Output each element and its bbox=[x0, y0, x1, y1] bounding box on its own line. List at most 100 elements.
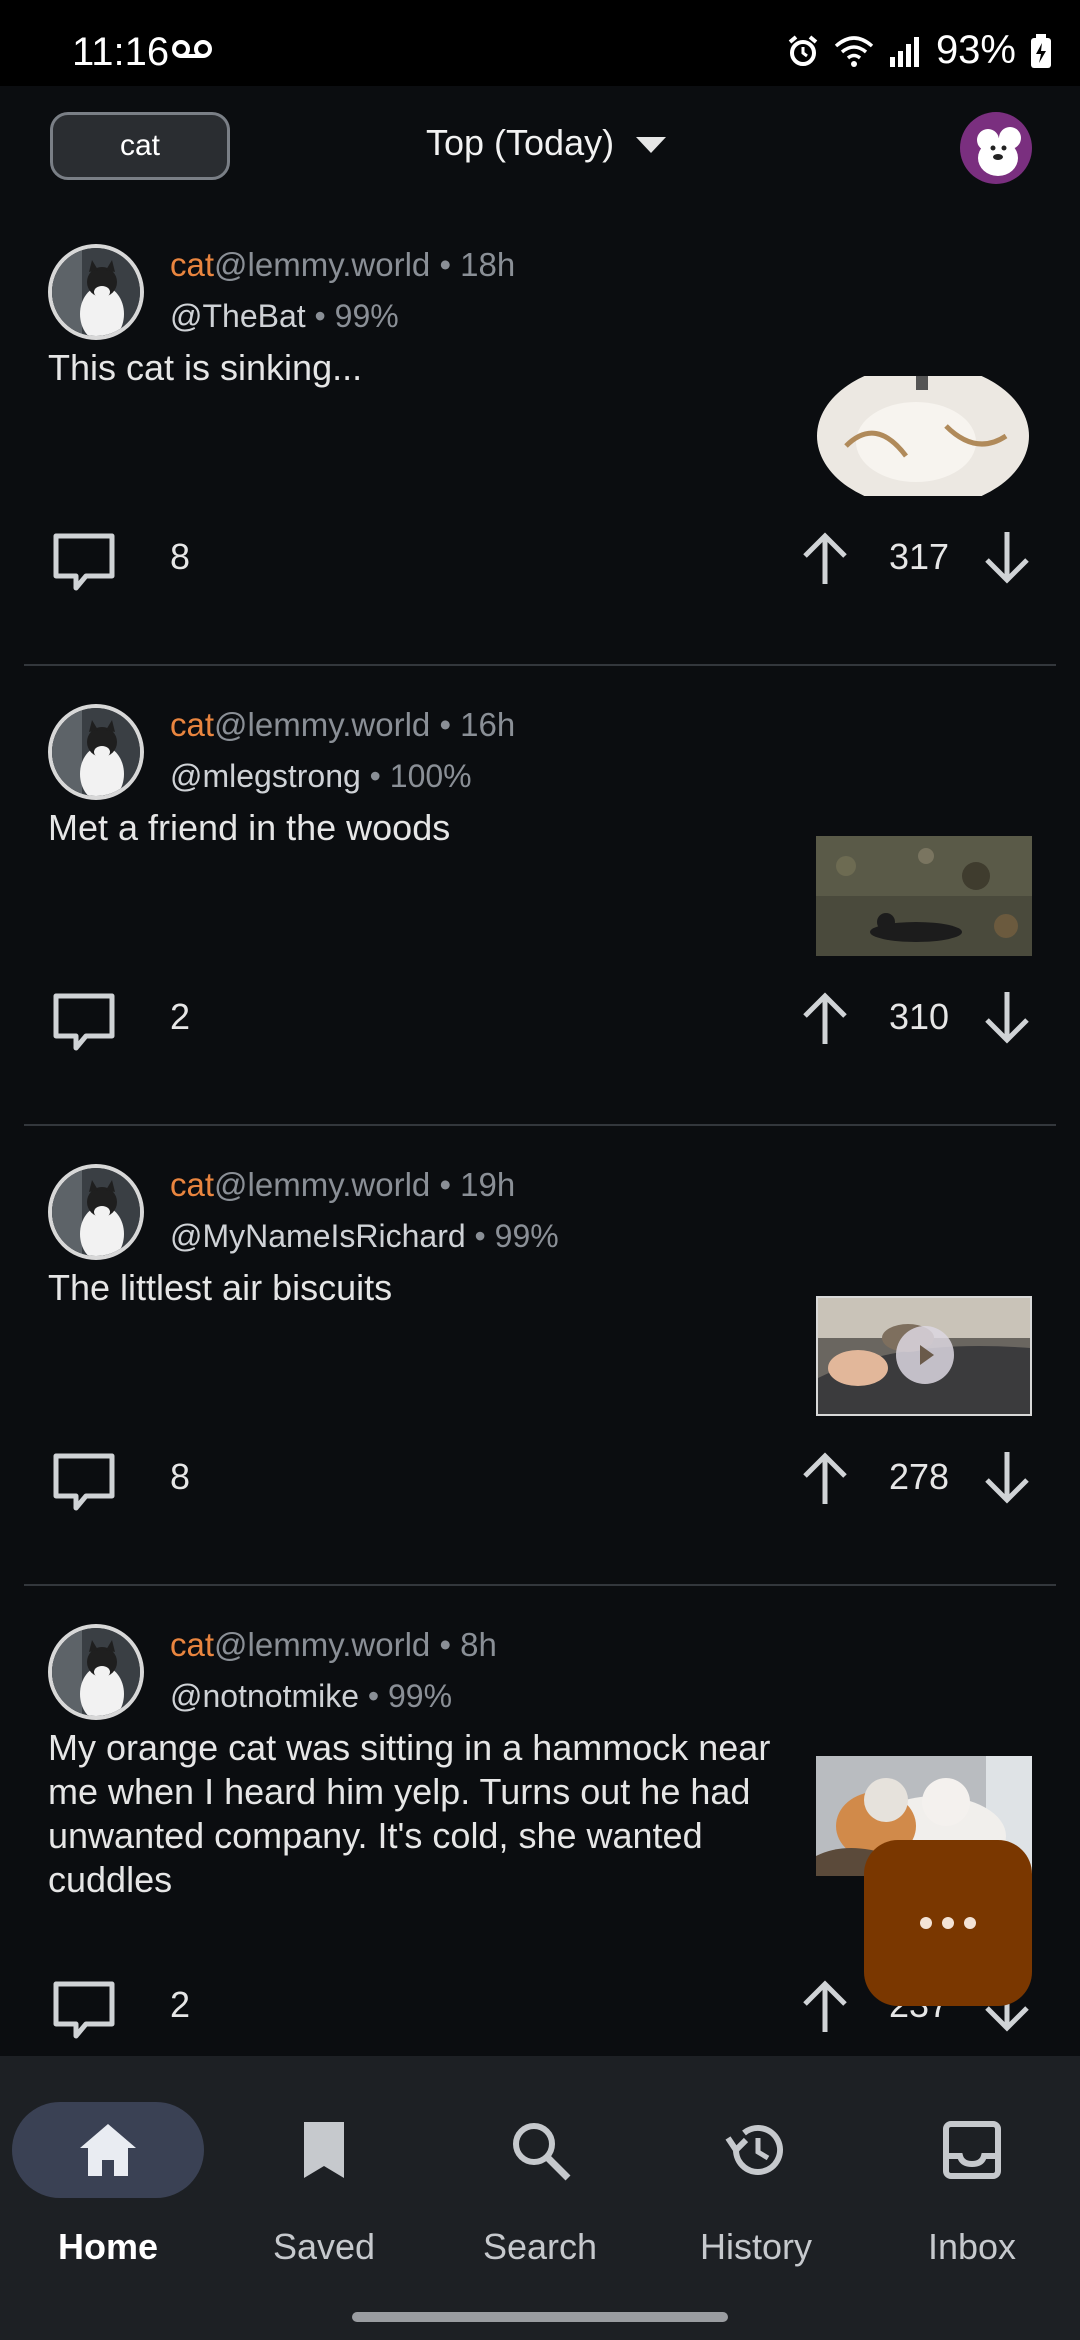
comment-icon[interactable] bbox=[52, 1452, 116, 1512]
post-score: 278 bbox=[888, 1456, 950, 1497]
cat-avatar-image bbox=[52, 1628, 140, 1716]
post-actions: 8 317 bbox=[0, 518, 1080, 598]
post-card[interactable]: cat@lemmy.world • 19h @MyNameIsRichard •… bbox=[0, 1136, 1080, 1596]
instance-name: @lemmy.world bbox=[214, 1626, 431, 1663]
battery-charging-icon bbox=[1031, 33, 1051, 68]
nav-search[interactable]: Search bbox=[432, 2086, 648, 2286]
cat-avatar-image bbox=[52, 708, 140, 796]
post-actions: 8 278 bbox=[0, 1438, 1080, 1518]
post-card[interactable]: cat@lemmy.world • 18h @TheBat • 99% This… bbox=[0, 216, 1080, 676]
community-avatar[interactable] bbox=[48, 244, 144, 340]
more-horizontal-icon bbox=[920, 1917, 976, 1929]
post-age: 8h bbox=[460, 1626, 497, 1663]
nav-home[interactable]: Home bbox=[0, 2086, 216, 2286]
author-name[interactable]: @MyNameIsRichard bbox=[170, 1218, 466, 1254]
downvote-arrow-icon[interactable] bbox=[982, 990, 1032, 1046]
comment-icon[interactable] bbox=[52, 1980, 116, 2040]
home-icon bbox=[80, 2124, 136, 2176]
lemmy-mascot-icon bbox=[977, 127, 1021, 176]
upvote-percent: 99% bbox=[494, 1218, 559, 1254]
inbox-icon bbox=[943, 2121, 1001, 2179]
upvote-percent: 99% bbox=[334, 298, 399, 334]
cat-avatar-image bbox=[52, 248, 140, 336]
upvote-arrow-icon[interactable] bbox=[800, 1450, 850, 1506]
post-divider bbox=[24, 1124, 1056, 1126]
nav-label: Home bbox=[57, 2226, 159, 2267]
more-actions-fab[interactable] bbox=[864, 1840, 1032, 2006]
upvote-arrow-icon[interactable] bbox=[800, 990, 850, 1046]
instance-name: @lemmy.world bbox=[214, 706, 431, 743]
community-avatar[interactable] bbox=[48, 704, 144, 800]
community-name[interactable]: cat bbox=[170, 1626, 214, 1663]
downvote-arrow-icon[interactable] bbox=[982, 1450, 1032, 1506]
post-title[interactable]: The littlest air biscuits bbox=[48, 1266, 768, 1310]
play-icon bbox=[920, 1345, 934, 1365]
community-avatar[interactable] bbox=[48, 1164, 144, 1260]
post-meta: cat@lemmy.world • 16h bbox=[170, 706, 516, 743]
post-divider bbox=[24, 664, 1056, 666]
play-button[interactable] bbox=[896, 1326, 954, 1384]
post-score: 310 bbox=[888, 996, 950, 1037]
account-avatar[interactable] bbox=[960, 112, 1032, 184]
nav-inbox[interactable]: Inbox bbox=[864, 2086, 1080, 2286]
home-indicator[interactable] bbox=[352, 2312, 728, 2322]
signal-icon bbox=[889, 36, 919, 67]
community-name[interactable]: cat bbox=[170, 706, 214, 743]
sort-dropdown[interactable]: Top (Today) bbox=[426, 122, 667, 164]
voicemail-icon bbox=[172, 40, 212, 58]
top-bar: cat Top (Today) bbox=[0, 86, 1080, 216]
nav-label: Saved bbox=[272, 2226, 376, 2267]
comment-count: 2 bbox=[170, 1984, 191, 2025]
post-author-line: @TheBat • 99% bbox=[170, 298, 399, 334]
post-age: 16h bbox=[460, 706, 516, 743]
post-title[interactable]: Met a friend in the woods bbox=[48, 806, 768, 850]
author-name[interactable]: @notnotmike bbox=[170, 1678, 359, 1714]
upvote-percent: 100% bbox=[389, 758, 472, 794]
post-age: 19h bbox=[460, 1166, 516, 1203]
post-author-line: @mlegstrong • 100% bbox=[170, 758, 472, 794]
chevron-down-icon bbox=[636, 137, 667, 153]
nav-history[interactable]: History bbox=[648, 2086, 864, 2286]
post-thumbnail[interactable] bbox=[816, 376, 1030, 496]
post-actions: 2 310 bbox=[0, 978, 1080, 1058]
cat-avatar-image bbox=[52, 1168, 140, 1256]
nav-saved[interactable]: Saved bbox=[216, 2086, 432, 2286]
post-card[interactable]: cat@lemmy.world • 16h @mlegstrong • 100%… bbox=[0, 676, 1080, 1136]
status-time: 11:16 bbox=[72, 30, 170, 74]
instance-name: @lemmy.world bbox=[214, 1166, 431, 1203]
post-title[interactable]: This cat is sinking... bbox=[48, 346, 768, 390]
instance-name: @lemmy.world bbox=[214, 246, 431, 283]
post-score: 317 bbox=[888, 536, 950, 577]
search-icon bbox=[513, 2123, 571, 2181]
comment-icon[interactable] bbox=[52, 992, 116, 1052]
status-bar: 11:16 93% bbox=[0, 0, 1080, 86]
post-author-line: @notnotmike • 99% bbox=[170, 1678, 453, 1714]
history-icon bbox=[725, 2124, 783, 2175]
community-chip[interactable]: cat bbox=[50, 112, 230, 180]
community-name[interactable]: cat bbox=[170, 246, 214, 283]
post-thumbnail[interactable] bbox=[816, 836, 1032, 956]
community-name[interactable]: cat bbox=[170, 1166, 214, 1203]
nav-label: Inbox bbox=[927, 2226, 1017, 2267]
author-name[interactable]: @mlegstrong bbox=[170, 758, 361, 794]
upvote-arrow-icon[interactable] bbox=[800, 530, 850, 586]
community-avatar[interactable] bbox=[48, 1624, 144, 1720]
wifi-icon bbox=[834, 35, 874, 67]
post-meta: cat@lemmy.world • 8h bbox=[170, 1626, 497, 1663]
alarm-icon bbox=[788, 34, 818, 66]
post-divider bbox=[24, 1584, 1056, 1586]
post-age: 18h bbox=[460, 246, 516, 283]
thumbnail-image bbox=[816, 376, 1030, 496]
downvote-arrow-icon[interactable] bbox=[982, 530, 1032, 586]
comment-count: 2 bbox=[170, 996, 191, 1037]
upvote-arrow-icon[interactable] bbox=[800, 1978, 850, 2034]
comment-icon[interactable] bbox=[52, 532, 116, 592]
post-thumbnail[interactable] bbox=[816, 1296, 1032, 1416]
nav-label: History bbox=[699, 2226, 812, 2267]
bottom-navigation: Home Saved Search History Inbox bbox=[0, 2056, 1080, 2340]
battery-percent: 93% bbox=[935, 28, 1016, 72]
post-meta: cat@lemmy.world • 19h bbox=[170, 1166, 516, 1203]
author-name[interactable]: @TheBat bbox=[170, 298, 306, 334]
post-title[interactable]: My orange cat was sitting in a hammock n… bbox=[48, 1726, 778, 1902]
thumbnail-image bbox=[816, 836, 1032, 956]
